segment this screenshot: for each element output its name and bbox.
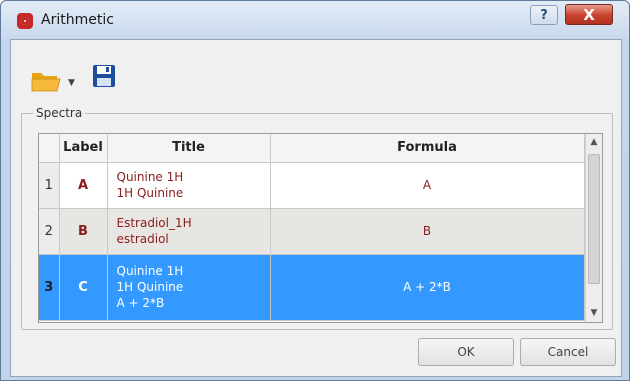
formula-cell[interactable]: A + 2*B (270, 254, 585, 321)
row-number[interactable]: 2 (39, 208, 60, 255)
column-header-formula[interactable]: Formula (270, 134, 585, 163)
dialog-client-area: ▼ Spectra Label Title Formula 1 A Quinin… (10, 39, 622, 377)
app-logo-icon (17, 13, 33, 29)
label-cell[interactable]: B (59, 208, 108, 255)
close-button[interactable]: X (565, 4, 613, 25)
save-icon[interactable] (92, 64, 116, 88)
title-cell[interactable]: Quinine 1H 1H Quinine A + 2*B (107, 254, 271, 321)
column-header-title[interactable]: Title (107, 134, 271, 163)
scroll-up-icon[interactable]: ▲ (586, 134, 602, 151)
scroll-down-icon[interactable]: ▼ (586, 305, 602, 322)
table-row[interactable]: 2 B Estradiol_1H estradiol B (39, 208, 585, 255)
vertical-scrollbar[interactable]: ▲ ▼ (585, 134, 602, 322)
label-cell[interactable]: A (59, 162, 108, 209)
formula-cell[interactable]: B (270, 208, 585, 255)
cancel-button[interactable]: Cancel (520, 338, 616, 366)
scroll-thumb[interactable] (588, 154, 600, 284)
title-line: Estradiol_1H (116, 216, 192, 230)
spectra-table: Label Title Formula 1 A Quinine 1H 1H Qu… (39, 134, 585, 321)
title-line: A + 2*B (116, 296, 165, 310)
window-title: Arithmetic (41, 12, 114, 28)
title-line: 1H Quinine (116, 280, 184, 294)
chevron-down-icon[interactable]: ▼ (68, 78, 75, 88)
title-line: Quinine 1H (116, 264, 184, 278)
title-line: 1H Quinine (116, 186, 184, 200)
table-row-selected[interactable]: 3 C Quinine 1H 1H Quinine A + 2*B A + 2*… (39, 254, 585, 321)
grid-header-row: Label Title Formula (39, 134, 585, 163)
ok-button[interactable]: OK (418, 338, 514, 366)
row-number[interactable]: 3 (39, 254, 60, 321)
folder-open-icon[interactable] (31, 70, 61, 92)
spectra-grid: Label Title Formula 1 A Quinine 1H 1H Qu… (38, 133, 603, 323)
title-cell[interactable]: Quinine 1H 1H Quinine (107, 162, 271, 209)
title-line: Quinine 1H (116, 170, 184, 184)
title-line: estradiol (116, 232, 169, 246)
row-number[interactable]: 1 (39, 162, 60, 209)
column-header-label[interactable]: Label (59, 134, 108, 163)
title-cell[interactable]: Estradiol_1H estradiol (107, 208, 271, 255)
spectra-group-label: Spectra (33, 106, 86, 120)
row-header-corner (39, 134, 60, 163)
arithmetic-dialog: Arithmetic ? X ▼ Spectra Label Title For… (0, 0, 630, 381)
formula-cell[interactable]: A (270, 162, 585, 209)
title-bar[interactable]: Arithmetic ? X (1, 1, 629, 39)
label-cell[interactable]: C (59, 254, 108, 321)
table-row[interactable]: 1 A Quinine 1H 1H Quinine A (39, 162, 585, 209)
help-button[interactable]: ? (530, 5, 558, 25)
